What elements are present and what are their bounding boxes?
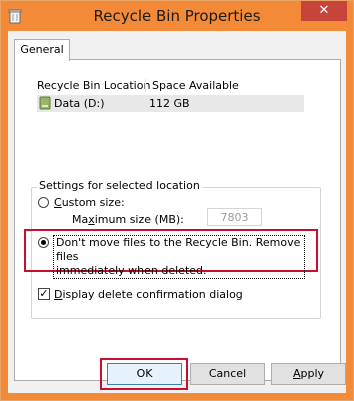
dont-move-radio[interactable] [38, 237, 49, 248]
location-row[interactable]: Data (D:) 112 GB [37, 95, 304, 112]
custom-size-label[interactable]: Custom size: [54, 196, 125, 209]
custom-size-radio[interactable] [38, 197, 49, 208]
max-size-input[interactable]: 7803 [207, 208, 262, 226]
dont-move-label[interactable]: Don't move files to the Recycle Bin. Rem… [53, 235, 305, 279]
confirm-dialog-checkbox[interactable]: ✓ [38, 288, 50, 300]
cancel-button[interactable]: Cancel [190, 363, 265, 385]
confirm-dialog-label[interactable]: Display delete confirmation dialog [54, 288, 243, 301]
location-space: 112 GB [149, 97, 190, 110]
close-icon: ✕ [318, 3, 330, 18]
title-bar[interactable]: Recycle Bin Properties ✕ [1, 1, 353, 31]
drive-icon [39, 96, 51, 110]
apply-button[interactable]: Apply [271, 363, 346, 385]
ok-button[interactable]: OK [107, 363, 182, 385]
max-size-label: Maximum size (MB): [72, 213, 184, 226]
column-header-space[interactable]: Space Available [145, 79, 239, 92]
location-name: Data (D:) [54, 97, 105, 110]
close-button[interactable]: ✕ [301, 1, 347, 21]
settings-group-label: Settings for selected location [37, 179, 202, 192]
dialog-client-area: General Recycle Bin Location Space Avail… [8, 31, 346, 393]
recycle-bin-properties-window: Recycle Bin Properties ✕ General Recycle… [0, 0, 354, 401]
tab-general[interactable]: General [14, 39, 70, 61]
column-header-location[interactable]: Recycle Bin Location [37, 79, 150, 92]
